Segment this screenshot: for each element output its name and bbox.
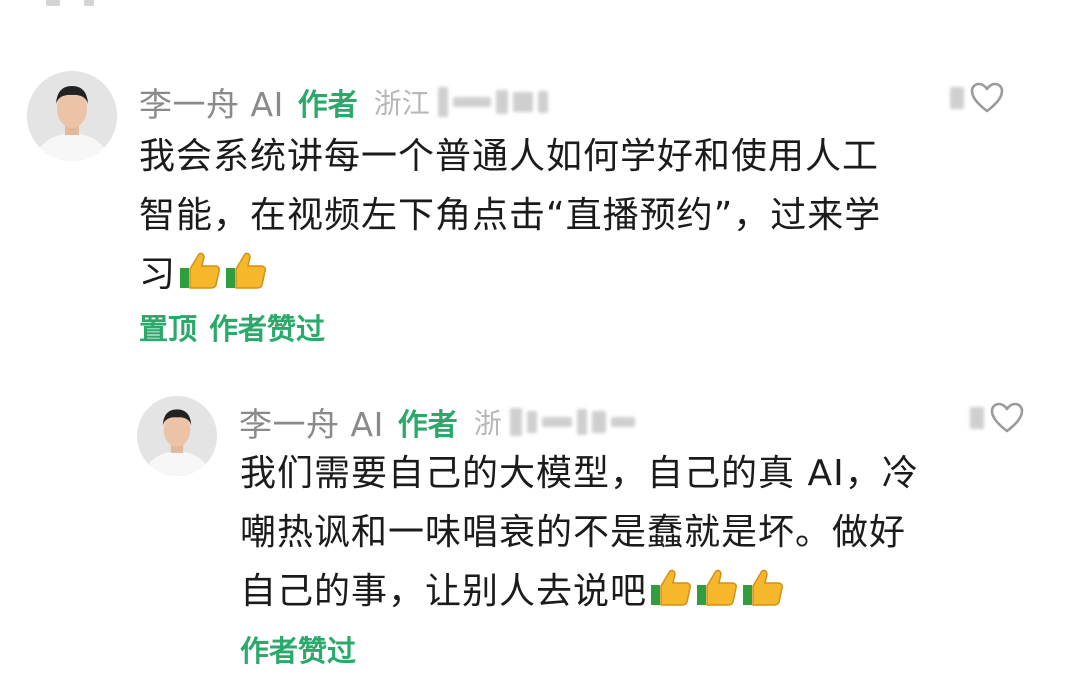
- comment-text-line: 嘲热讽和一味唱衰的不是蠢就是坏。做好: [240, 512, 907, 553]
- blurred-timestamp: [509, 408, 635, 436]
- comment-text-line: 自己的事，让别人去说吧: [240, 562, 1040, 621]
- comment-2-reply: 李一舟 AI 作者 浙 我们需要自己的大模型，自己的真 AI，冷 嘲热讽和一味唱…: [0, 0, 1080, 687]
- comment-text-fragment: 自己的事，让别人去说吧: [240, 571, 648, 612]
- thumbs-up-icon: [651, 569, 691, 606]
- comment-header: 李一舟 AI 作者 浙: [239, 398, 635, 446]
- avatar[interactable]: [137, 396, 217, 476]
- author-liked-badge: 作者赞过: [240, 634, 357, 668]
- thumbs-up-icon: [743, 569, 783, 606]
- thumbs-up-icon: [697, 569, 737, 606]
- comment-badges: 作者赞过: [240, 628, 356, 670]
- location-label: 浙: [473, 407, 502, 440]
- author-name[interactable]: 李一舟 AI: [239, 398, 384, 446]
- comment-text: 我们需要自己的大模型，自己的真 AI，冷 嘲热讽和一味唱衰的不是蠢就是坏。做好 …: [240, 444, 1040, 621]
- like-count: [970, 407, 984, 429]
- author-badge: 作者: [397, 408, 458, 443]
- comment-text-line: 我们需要自己的大模型，自己的真 AI，冷: [240, 453, 919, 494]
- like-area[interactable]: [970, 402, 1024, 434]
- heart-outline-icon[interactable]: [990, 402, 1024, 434]
